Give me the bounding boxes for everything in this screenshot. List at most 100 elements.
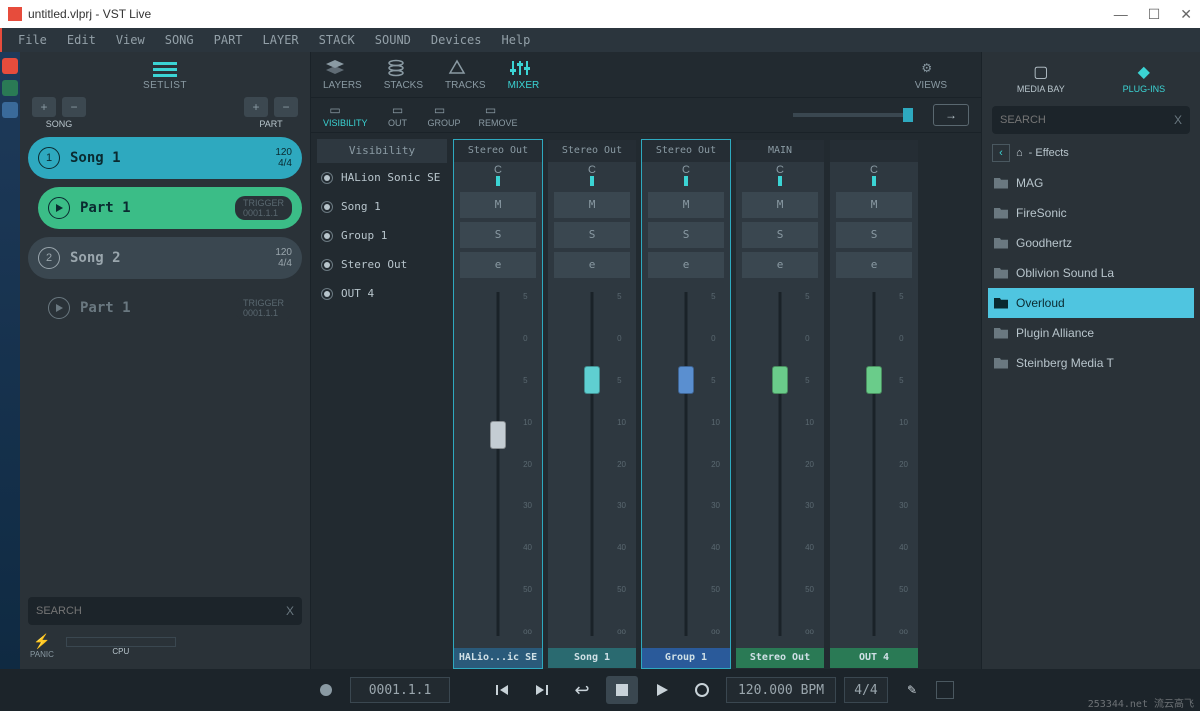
- mixer-channel[interactable]: C M S e 5051020304050oo OUT 4: [829, 139, 919, 669]
- remove-song-button[interactable]: −: [62, 97, 86, 117]
- menu-file[interactable]: File: [12, 31, 53, 49]
- channel-output[interactable]: Stereo Out: [454, 140, 542, 162]
- plugin-folder[interactable]: Plugin Alliance: [988, 318, 1194, 348]
- radio-icon[interactable]: [321, 172, 333, 184]
- record-button[interactable]: [686, 676, 718, 704]
- fader-knob[interactable]: [490, 421, 506, 449]
- clear-plugin-search-icon[interactable]: X: [1174, 113, 1182, 127]
- plugin-search-input[interactable]: [1000, 114, 1174, 126]
- play-button[interactable]: [646, 676, 678, 704]
- tab-layers[interactable]: LAYERS: [323, 58, 362, 91]
- solo-button[interactable]: S: [742, 222, 818, 248]
- panic-button[interactable]: ⚡ PANIC: [30, 633, 54, 659]
- fader-knob[interactable]: [866, 366, 882, 394]
- radio-icon[interactable]: [321, 288, 333, 300]
- visibility-item[interactable]: HALion Sonic SE: [317, 163, 447, 192]
- visibility-item[interactable]: OUT 4: [317, 279, 447, 308]
- channel-pan[interactable]: C: [454, 162, 542, 190]
- add-part-button[interactable]: +: [244, 97, 268, 117]
- maximize-button[interactable]: ☐: [1148, 6, 1161, 23]
- channel-name[interactable]: Stereo Out: [736, 648, 824, 668]
- menu-part[interactable]: PART: [208, 31, 249, 49]
- stop-button[interactable]: [606, 676, 638, 704]
- channel-name[interactable]: Group 1: [642, 648, 730, 668]
- menu-layer[interactable]: LAYER: [257, 31, 305, 49]
- rtab-media-bay[interactable]: ▢MEDIA BAY: [1017, 62, 1065, 94]
- proceed-button[interactable]: →: [933, 104, 969, 126]
- channel-fader[interactable]: 5051020304050oo: [642, 286, 730, 642]
- plugin-folder[interactable]: FireSonic: [988, 198, 1194, 228]
- channel-output[interactable]: [830, 140, 918, 162]
- part-row[interactable]: Part 1TRIGGER0001.1.1: [38, 287, 302, 329]
- mute-button[interactable]: M: [648, 192, 724, 218]
- radio-icon[interactable]: [321, 230, 333, 242]
- menu-help[interactable]: Help: [495, 31, 536, 49]
- edit-button[interactable]: e: [836, 252, 912, 278]
- zoom-slider[interactable]: [793, 113, 913, 117]
- tempo-display[interactable]: 120.000 BPM: [726, 677, 836, 703]
- channel-pan[interactable]: C: [642, 162, 730, 190]
- close-button[interactable]: ✕: [1180, 6, 1192, 23]
- plugin-folder[interactable]: Overloud: [988, 288, 1194, 318]
- setlist-header[interactable]: SETLIST: [24, 58, 306, 93]
- mixer-channel[interactable]: Stereo Out C M S e 5051020304050oo HALio…: [453, 139, 543, 669]
- add-song-button[interactable]: +: [32, 97, 56, 117]
- mixer-channel[interactable]: Stereo Out C M S e 5051020304050oo Group…: [641, 139, 731, 669]
- next-button[interactable]: [526, 676, 558, 704]
- channel-output[interactable]: Stereo Out: [548, 140, 636, 162]
- channel-pan[interactable]: C: [830, 162, 918, 190]
- part-row[interactable]: Part 1TRIGGER0001.1.1: [38, 187, 302, 229]
- song-row[interactable]: 2Song 21204/4: [28, 237, 302, 279]
- fader-knob[interactable]: [584, 366, 600, 394]
- channel-output[interactable]: MAIN: [736, 140, 824, 162]
- channel-fader[interactable]: 5051020304050oo: [454, 286, 542, 642]
- plugin-search[interactable]: X: [992, 106, 1190, 134]
- clear-search-icon[interactable]: X: [286, 604, 294, 618]
- visibility-item[interactable]: Group 1: [317, 221, 447, 250]
- subtab-visibility[interactable]: ▭VISIBILITY: [323, 102, 368, 128]
- subtab-group[interactable]: ▭GROUP: [428, 102, 461, 128]
- menu-song[interactable]: SONG: [159, 31, 200, 49]
- prev-button[interactable]: [486, 676, 518, 704]
- remove-part-button[interactable]: −: [274, 97, 298, 117]
- loop-button[interactable]: ↩: [566, 676, 598, 704]
- mute-button[interactable]: M: [836, 192, 912, 218]
- song-row[interactable]: 1Song 11204/4: [28, 137, 302, 179]
- channel-fader[interactable]: 5051020304050oo: [736, 286, 824, 642]
- tab-mixer[interactable]: MIXER: [508, 58, 540, 91]
- fader-knob[interactable]: [678, 366, 694, 394]
- mixer-channel[interactable]: Stereo Out C M S e 5051020304050oo Song …: [547, 139, 637, 669]
- channel-pan[interactable]: C: [548, 162, 636, 190]
- visibility-item[interactable]: Song 1: [317, 192, 447, 221]
- edit-tempo-button[interactable]: ✎: [896, 676, 928, 704]
- solo-button[interactable]: S: [554, 222, 630, 248]
- position-display[interactable]: 0001.1.1: [350, 677, 450, 703]
- edit-button[interactable]: e: [742, 252, 818, 278]
- home-icon[interactable]: ⌂: [1016, 147, 1023, 159]
- setlist-search-input[interactable]: [36, 605, 286, 617]
- tab-stacks[interactable]: STACKS: [384, 58, 423, 91]
- mute-button[interactable]: M: [742, 192, 818, 218]
- channel-fader[interactable]: 5051020304050oo: [830, 286, 918, 642]
- solo-button[interactable]: S: [648, 222, 724, 248]
- menu-view[interactable]: View: [110, 31, 151, 49]
- edit-button[interactable]: e: [460, 252, 536, 278]
- subtab-remove[interactable]: ▭REMOVE: [479, 102, 518, 128]
- tab-tracks[interactable]: TRACKS: [445, 58, 486, 91]
- sync-checkbox[interactable]: [936, 681, 954, 699]
- plugin-folder[interactable]: Steinberg Media T: [988, 348, 1194, 378]
- rtab-plug-ins[interactable]: ◆PLUG-INS: [1123, 62, 1166, 94]
- menu-stack[interactable]: STACK: [313, 31, 361, 49]
- menu-sound[interactable]: SOUND: [369, 31, 417, 49]
- views-button[interactable]: ⚙ VIEWS: [915, 58, 947, 91]
- channel-name[interactable]: Song 1: [548, 648, 636, 668]
- minimize-button[interactable]: —: [1114, 6, 1128, 23]
- channel-fader[interactable]: 5051020304050oo: [548, 286, 636, 642]
- menu-devices[interactable]: Devices: [425, 31, 488, 49]
- channel-output[interactable]: Stereo Out: [642, 140, 730, 162]
- plugin-folder[interactable]: Goodhertz: [988, 228, 1194, 258]
- solo-button[interactable]: S: [836, 222, 912, 248]
- plugin-folder[interactable]: Oblivion Sound La: [988, 258, 1194, 288]
- plugin-folder[interactable]: MAG: [988, 168, 1194, 198]
- radio-icon[interactable]: [321, 259, 333, 271]
